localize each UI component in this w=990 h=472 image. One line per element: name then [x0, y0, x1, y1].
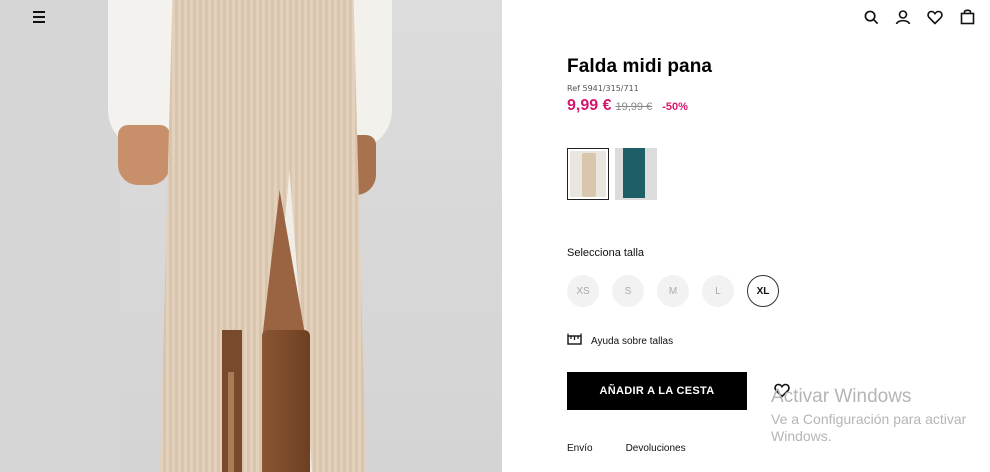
size-help-label: Ayuda sobre tallas — [591, 335, 674, 347]
product-info: Falda midi pana Ref 5941/315/711 9,99 € … — [567, 56, 967, 115]
image-boot-right — [262, 330, 310, 472]
color-swatch-beige[interactable] — [567, 148, 609, 200]
ruler-icon — [567, 332, 582, 350]
current-price: 9,99 € — [567, 97, 612, 114]
bag-icon[interactable] — [958, 8, 976, 26]
image-hand-left — [118, 125, 170, 185]
shipping-link[interactable]: Envío — [567, 443, 593, 454]
wishlist-heart-icon[interactable] — [774, 383, 790, 399]
size-option-s[interactable]: S — [612, 275, 644, 307]
color-swatch-teal[interactable] — [615, 148, 657, 200]
size-option-xl[interactable]: XL — [747, 275, 779, 307]
size-option-xs[interactable]: XS — [567, 275, 599, 307]
heart-icon[interactable] — [926, 8, 944, 26]
image-boot-left-shade — [228, 372, 234, 472]
search-icon[interactable] — [862, 8, 880, 26]
size-options: XS S M L XL — [567, 275, 779, 307]
watermark-title: Activar Windows — [771, 386, 912, 407]
color-swatches — [567, 148, 657, 200]
info-links: Envío Devoluciones — [567, 443, 686, 454]
product-title: Falda midi pana — [567, 56, 713, 77]
header-icons — [862, 8, 976, 26]
discount-badge: -50% — [662, 101, 688, 113]
size-option-m[interactable]: M — [657, 275, 689, 307]
returns-link[interactable]: Devoluciones — [626, 443, 686, 454]
image-background — [0, 0, 120, 472]
price-block: 9,99 € 19,99 € -50% — [567, 97, 967, 115]
size-option-l[interactable]: L — [702, 275, 734, 307]
size-selector-label: Selecciona talla — [567, 247, 645, 259]
hamburger-menu-icon[interactable] — [30, 9, 48, 25]
original-price: 19,99 € — [615, 101, 653, 113]
product-ref: Ref 5941/315/711 — [567, 84, 639, 93]
add-to-cart-button[interactable]: AÑADIR A LA CESTA — [567, 372, 747, 410]
windows-activation-watermark: Activar Windows Ve a Configuración para … — [771, 386, 986, 445]
product-image — [0, 0, 502, 472]
user-icon[interactable] — [894, 8, 912, 26]
watermark-subtitle: Ve a Configuración para activar Windows. — [771, 411, 967, 444]
size-help-link[interactable]: Ayuda sobre tallas — [567, 332, 673, 350]
